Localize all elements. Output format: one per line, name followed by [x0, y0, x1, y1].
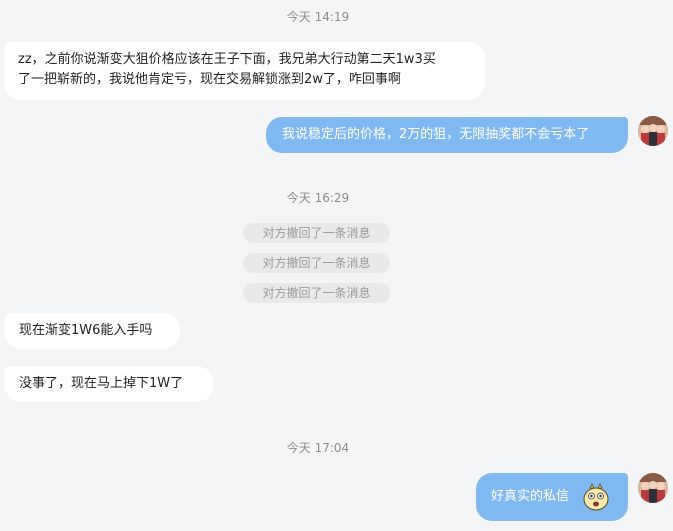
recalled-message-notice: 对方撤回了一条消息: [243, 283, 390, 303]
incoming-message[interactable]: 现在渐变1W6能入手吗: [5, 313, 180, 349]
timestamp: 今天 14:19: [286, 10, 350, 24]
recalled-message-notice: 对方撤回了一条消息: [243, 253, 390, 273]
incoming-message[interactable]: zz，之前你说渐变大狙价格应该在王子下面，我兄弟大行动第二天1w3买 了一把崭新…: [5, 42, 485, 100]
outgoing-message[interactable]: 我说稳定后的价格，2万的狙，无限抽奖都不会亏本了: [266, 117, 628, 153]
message-text-line: 了一把崭新的，我说他肯定亏，现在交易解锁涨到2w了，咋回事啊: [18, 72, 401, 87]
message-text: 好真实的私信: [491, 489, 570, 504]
recalled-message-notice: 对方撤回了一条消息: [243, 223, 390, 243]
message-text-line: zz，之前你说渐变大狙价格应该在王子下面，我兄弟大行动第二天1w3买: [18, 52, 436, 67]
timestamp: 今天 17:04: [286, 441, 350, 455]
surprised-face-emoji-icon: [581, 482, 611, 512]
timestamp: 今天 16:29: [286, 191, 350, 205]
user-avatar[interactable]: [638, 116, 668, 146]
user-avatar[interactable]: [638, 473, 668, 503]
incoming-message[interactable]: 没事了，现在马上掉下1W了: [5, 366, 213, 402]
